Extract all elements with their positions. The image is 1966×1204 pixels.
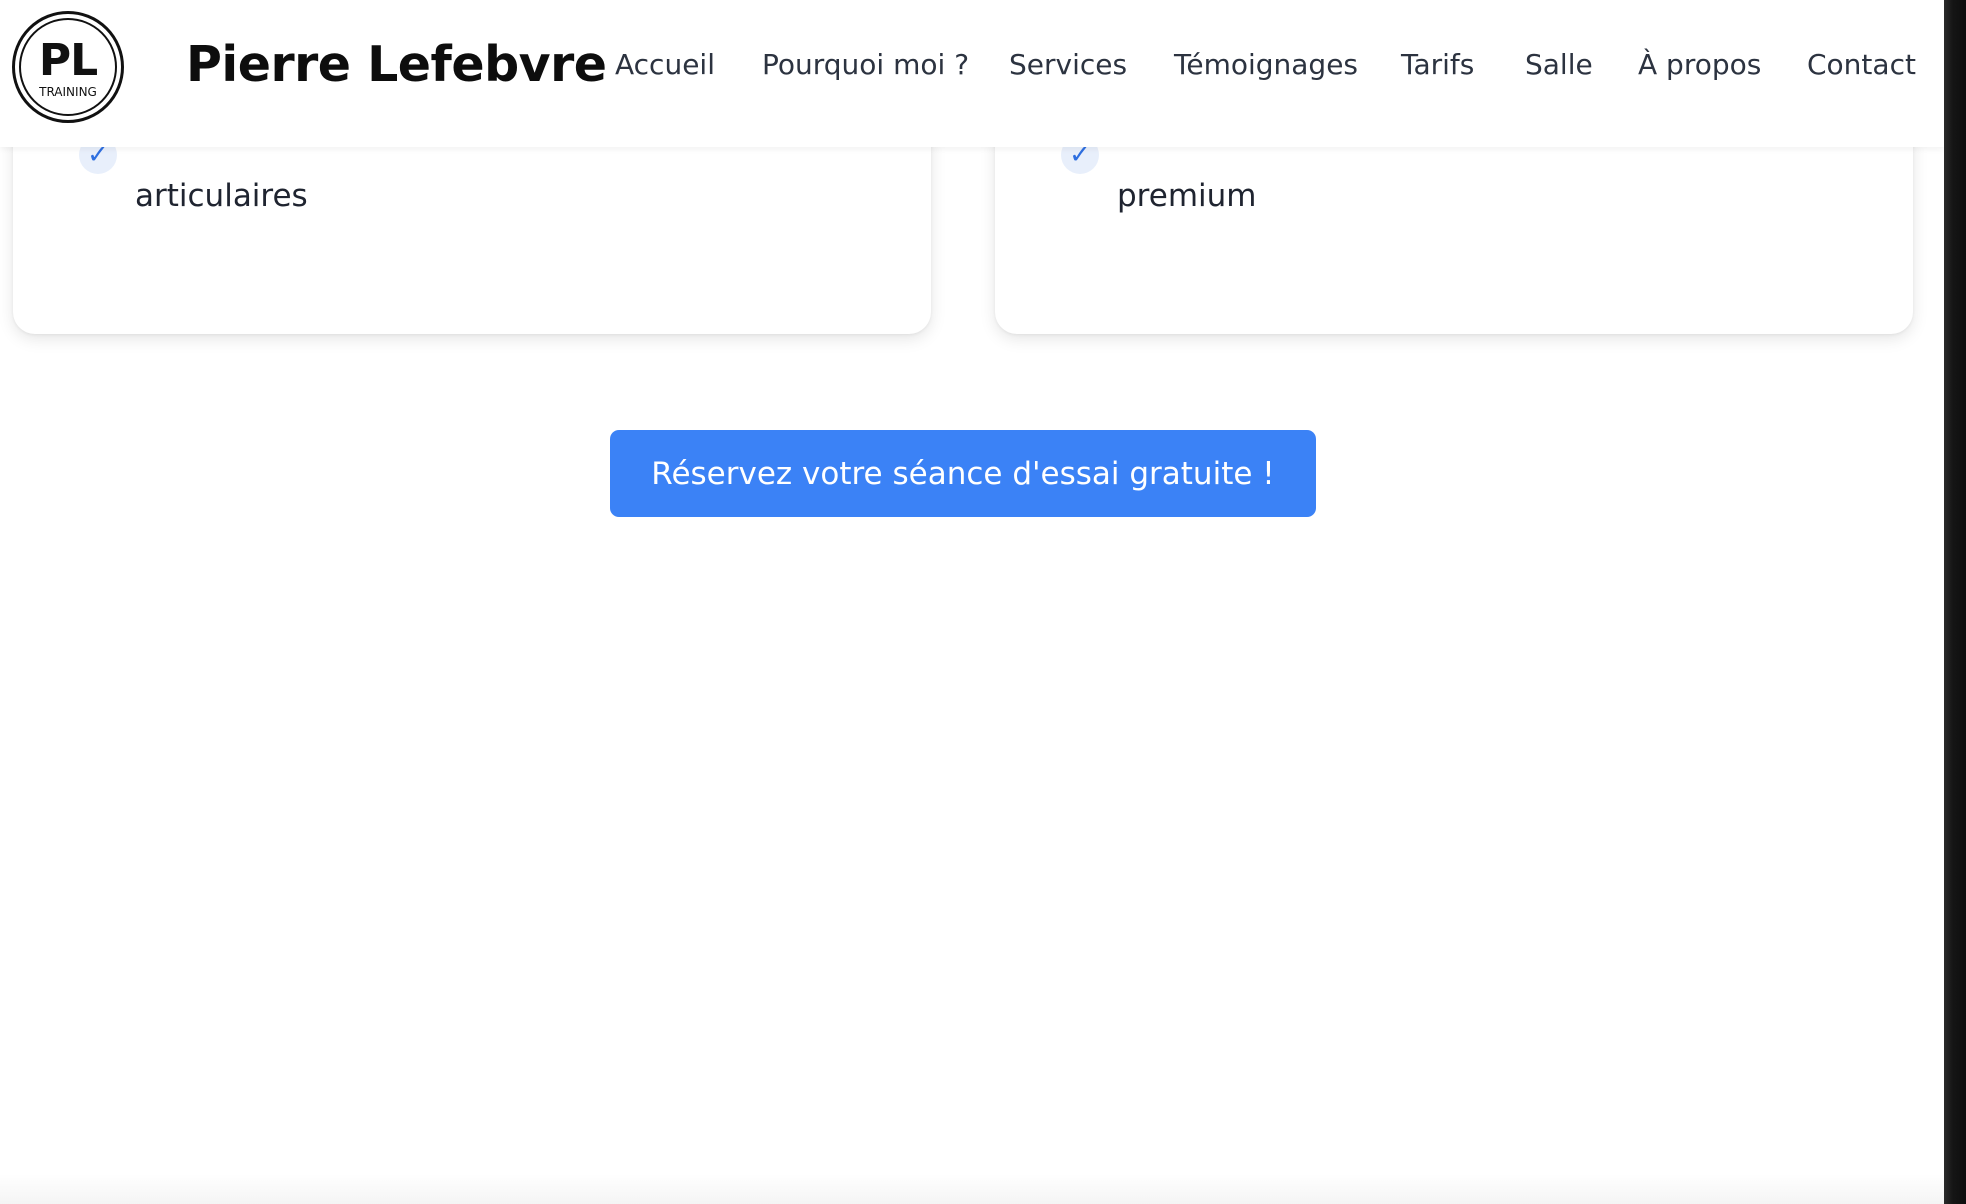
bottom-fade (0, 1174, 1944, 1204)
logo-ring: PL TRAINING (19, 18, 117, 116)
nav-item-pourquoi-moi[interactable]: Pourquoi moi ? (762, 48, 969, 81)
feature-text-line: premium (1117, 178, 1257, 214)
window-edge (1944, 0, 1966, 1204)
brand-name[interactable]: Pierre Lefebvre (186, 36, 607, 93)
nav-item-accueil[interactable]: Accueil (615, 48, 715, 81)
book-trial-button[interactable]: Réservez votre séance d'essai gratuite ! (610, 430, 1316, 517)
page: ✓ articulaires ✓ premium Réservez votre … (0, 0, 1944, 1204)
nav-item-a-propos[interactable]: À propos (1638, 48, 1761, 81)
site-header: PL TRAINING Pierre Lefebvre Accueil Pour… (0, 0, 1944, 147)
nav-item-tarifs[interactable]: Tarifs (1401, 48, 1474, 81)
logo-mark: PL (38, 35, 98, 86)
nav-item-contact[interactable]: Contact (1807, 48, 1916, 81)
nav-item-temoignages[interactable]: Témoignages (1174, 48, 1358, 81)
feature-text-line: articulaires (135, 178, 308, 214)
nav-item-salle[interactable]: Salle (1525, 48, 1593, 81)
logo[interactable]: PL TRAINING (12, 11, 124, 123)
logo-subtitle: TRAINING (39, 85, 97, 99)
nav-item-services[interactable]: Services (1009, 48, 1127, 81)
